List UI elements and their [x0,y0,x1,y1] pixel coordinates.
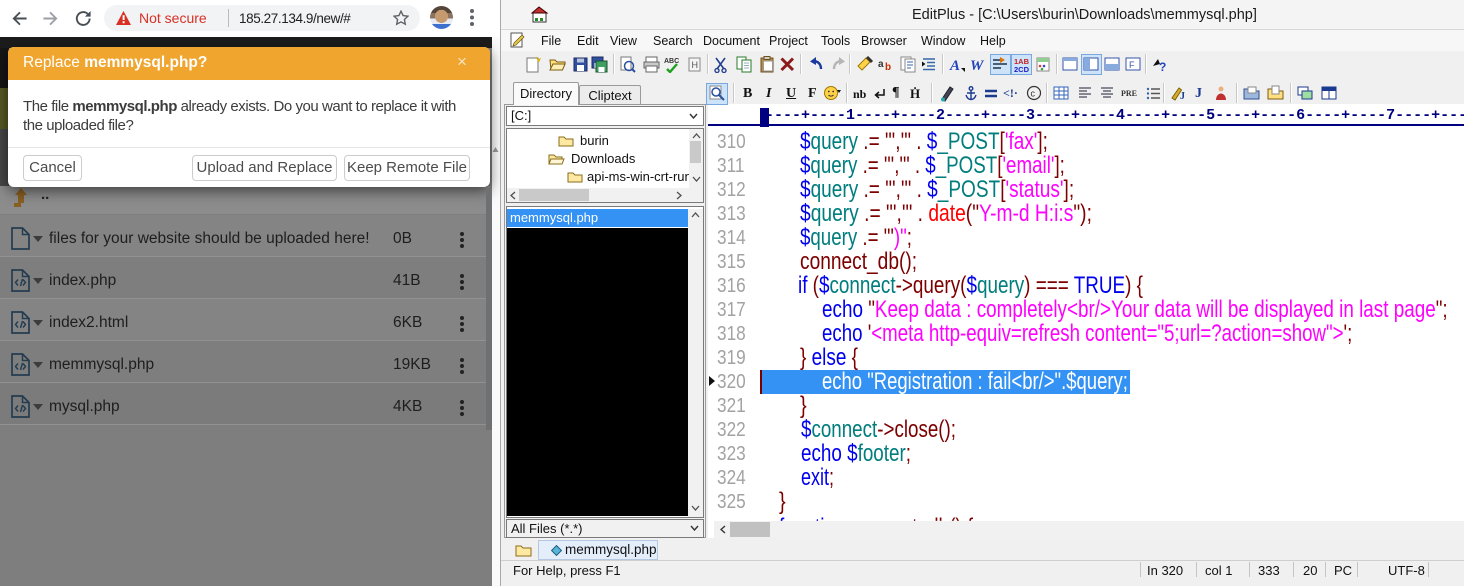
svg-text:H: H [692,60,699,70]
svg-text:W: W [970,58,985,73]
svg-text:?: ? [1159,60,1166,73]
svg-text:A: A [949,58,960,73]
svg-text:J: J [1180,91,1185,102]
svg-text:c: c [1031,89,1036,99]
svg-text:2CD: 2CD [1014,65,1030,73]
svg-text:a: a [878,59,884,70]
svg-text:b: b [885,62,891,73]
svg-text:F: F [1129,60,1135,70]
